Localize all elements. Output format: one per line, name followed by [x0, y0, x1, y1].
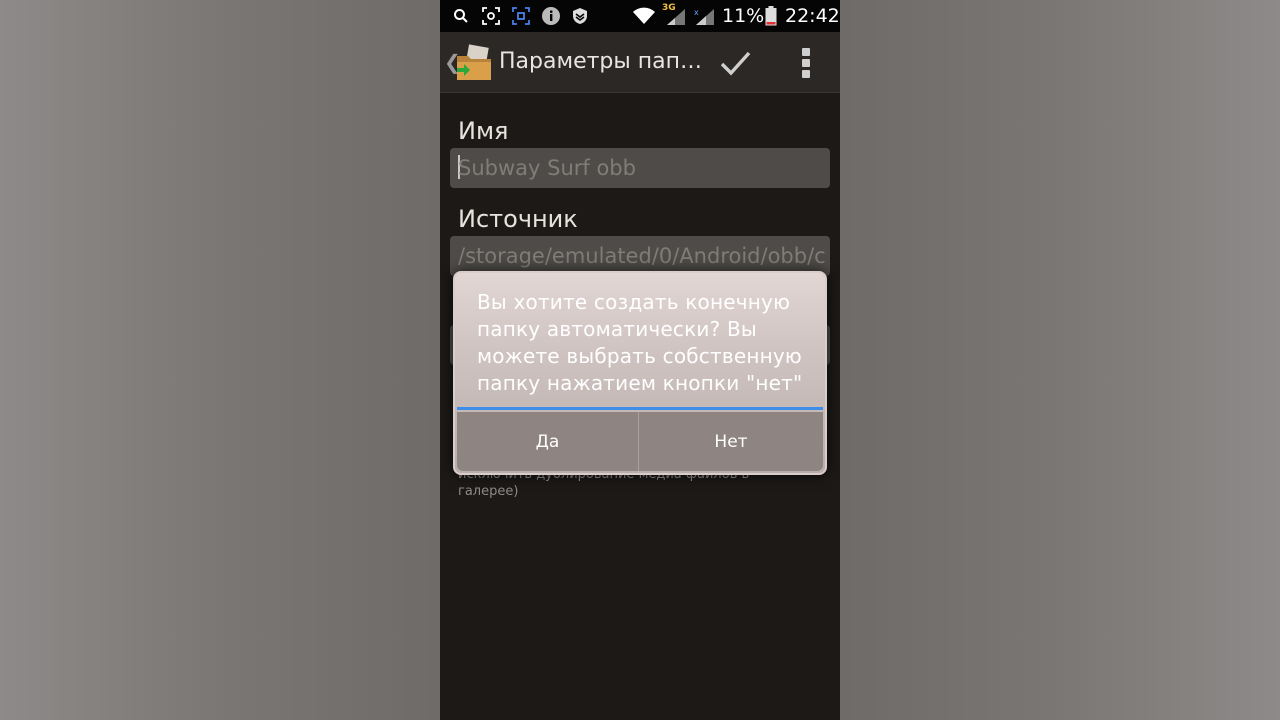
- battery-percent: 11%: [722, 5, 765, 27]
- shield-icon: [571, 6, 589, 26]
- source-label: Источник: [458, 205, 578, 233]
- wifi-icon: [632, 6, 656, 26]
- yes-button[interactable]: Да: [457, 412, 639, 471]
- battery-icon: [764, 6, 778, 26]
- no-button[interactable]: Нет: [639, 412, 823, 471]
- signal-no-service-icon: x: [694, 6, 716, 26]
- name-placeholder: Subway Surf obb: [458, 156, 636, 180]
- phone-screen: 3G x 11% 22:42 ❮ Параметры пап… Имя Subw…: [440, 0, 840, 720]
- action-bar: ❮ Параметры пап…: [440, 32, 840, 93]
- screenshot-alt-icon: [512, 6, 530, 26]
- status-bar: 3G x 11% 22:42: [440, 0, 840, 32]
- screenshot-icon: [482, 6, 500, 26]
- svg-text:x: x: [694, 8, 699, 17]
- signal-3g-icon: [665, 6, 687, 26]
- info-icon: [541, 6, 561, 26]
- source-field[interactable]: /storage/emulated/0/Android/obb/c: [450, 236, 830, 276]
- confirm-dialog: Вы хотите создать конечную папку автомат…: [453, 271, 827, 475]
- search-icon: [452, 6, 470, 26]
- dialog-divider: [457, 407, 823, 410]
- overflow-menu-icon[interactable]: [796, 46, 816, 80]
- checkmark-icon[interactable]: [718, 46, 752, 80]
- page-title: Параметры пап…: [499, 49, 702, 74]
- clock: 22:42: [785, 5, 840, 27]
- dialog-message: Вы хотите создать конечную папку автомат…: [477, 290, 803, 395]
- name-label: Имя: [458, 117, 509, 145]
- name-field[interactable]: Subway Surf obb: [450, 148, 830, 188]
- folder-app-icon[interactable]: [454, 44, 494, 82]
